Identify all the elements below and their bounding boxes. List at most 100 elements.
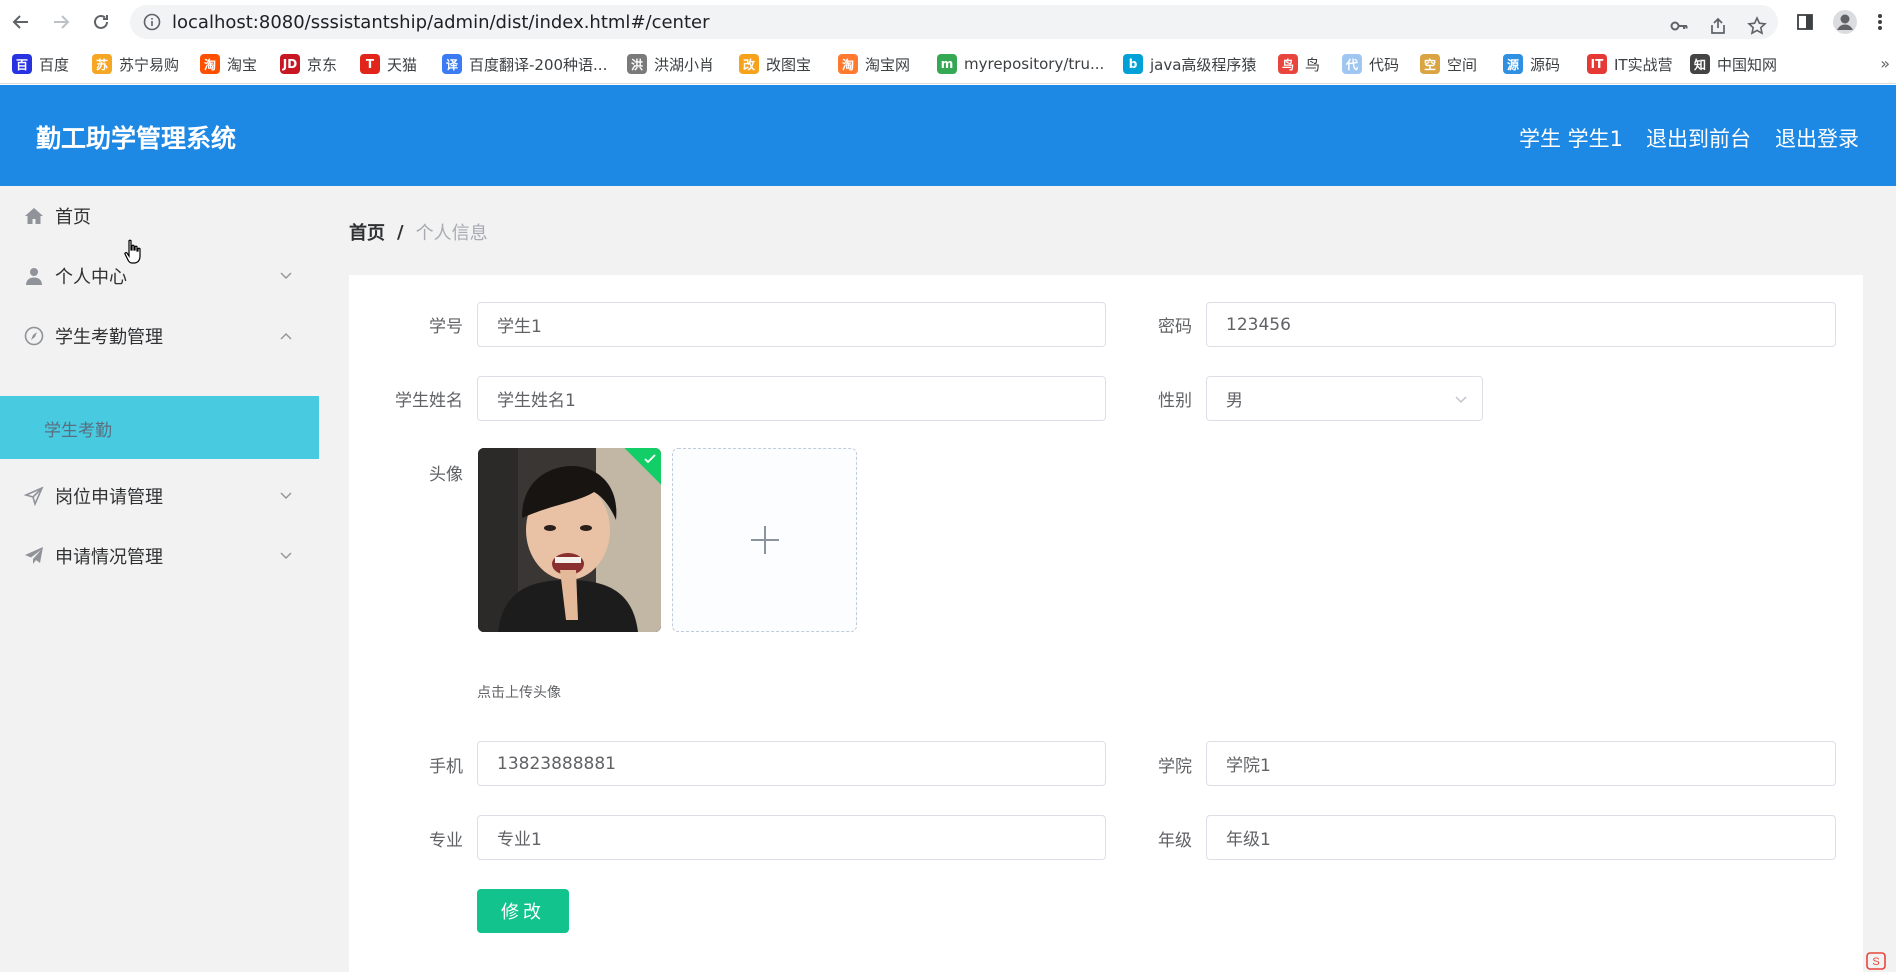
cnki-icon: 知	[1690, 54, 1710, 74]
bookmark-label: 洪湖小肖	[654, 55, 715, 74]
avatar-label: 头像	[429, 465, 463, 485]
bookmark-item[interactable]: 百百度	[12, 52, 69, 76]
address-bar[interactable]: localhost:8080/sssistantship/admin/dist/…	[130, 5, 1778, 39]
bookmark-item[interactable]: 苏苏宁易购	[92, 52, 179, 76]
suning-icon: 苏	[92, 54, 112, 74]
bookmark-item[interactable]: 源源码	[1503, 52, 1560, 76]
password-input[interactable]: 123456	[1206, 302, 1836, 347]
sidebar-item-home[interactable]: 首页	[0, 186, 319, 246]
sidebar-item-application-status-management[interactable]: 申请情况管理	[0, 526, 319, 586]
sogou-ime-icon: S	[1866, 952, 1886, 970]
plus-icon	[750, 526, 779, 554]
more-menu-icon[interactable]	[1866, 8, 1894, 36]
reload-button[interactable]	[87, 8, 115, 36]
bookmark-item[interactable]: 代代码	[1342, 52, 1399, 76]
sidebar-item-job-application-management[interactable]: 岗位申请管理	[0, 466, 319, 526]
forward-button[interactable]	[47, 8, 75, 36]
key-icon[interactable]	[1666, 13, 1692, 39]
bilibili-icon: b	[1123, 54, 1143, 74]
sidebar-item-attendance-management[interactable]: 学生考勤管理	[0, 306, 319, 366]
space-icon: 空	[1420, 54, 1440, 74]
logout-link[interactable]: 退出登录	[1775, 123, 1859, 153]
sidebar-item-label: 岗位申请管理	[55, 487, 163, 508]
bookmark-item[interactable]: 淘淘宝	[200, 52, 257, 76]
bookmark-item[interactable]: T 天猫	[360, 52, 417, 76]
modify-button[interactable]: 修改	[477, 889, 569, 933]
phone-input[interactable]: 13823888881	[477, 741, 1106, 786]
bookmark-item[interactable]: IT IT实战营	[1587, 52, 1673, 76]
bookmark-item[interactable]: 洪洪湖小肖	[627, 52, 714, 76]
sidebar-item-label: 学生考勤管理	[55, 327, 163, 348]
bookmarks-overflow-button[interactable]: »	[1880, 54, 1890, 73]
app-header: 勤工助学管理系统 学生 学生1 退出到前台 退出登录	[0, 85, 1896, 186]
student-no-input[interactable]: 学生1	[477, 302, 1106, 347]
paper-plane-icon	[24, 546, 44, 566]
bookmark-item[interactable]: 译百度翻译-200种语...	[442, 52, 607, 76]
info-icon[interactable]	[142, 12, 162, 32]
bookmark-item[interactable]: 知中国知网	[1690, 52, 1777, 76]
submenu-item-attendance[interactable]: 学生考勤	[0, 396, 319, 459]
bookmark-item[interactable]: 改改图宝	[739, 52, 811, 76]
grade-input[interactable]: 年级1	[1206, 815, 1836, 860]
source-icon: 源	[1503, 54, 1523, 74]
breadcrumb-current: 个人信息	[415, 223, 488, 244]
avatar-image[interactable]	[478, 448, 661, 632]
back-button[interactable]	[7, 8, 35, 36]
bookmark-item[interactable]: 淘淘宝网	[838, 52, 910, 76]
major-input[interactable]: 专业1	[477, 815, 1106, 860]
bookmark-label: 代码	[1369, 55, 1400, 74]
breadcrumb-home[interactable]: 首页	[349, 219, 385, 245]
student-name-input[interactable]: 学生姓名1	[477, 376, 1106, 421]
side-panel-icon[interactable]	[1791, 8, 1819, 36]
student-name-label: 学生姓名	[395, 391, 463, 411]
bookmark-label: 苏宁易购	[119, 55, 180, 74]
bird-icon: 鸟	[1278, 54, 1298, 74]
breadcrumb-separator: /	[397, 221, 404, 243]
bookmark-label: 京东	[307, 55, 338, 74]
gender-selected-value: 男	[1226, 391, 1243, 411]
send-icon	[24, 486, 44, 506]
bookmark-item[interactable]: JD 京东	[280, 52, 337, 76]
gaitubao-icon: 改	[739, 54, 759, 74]
profile-avatar-icon[interactable]	[1831, 8, 1859, 36]
bookmark-label: IT实战营	[1614, 55, 1673, 74]
bookmark-item[interactable]: m myrepository/tru...	[937, 52, 1104, 76]
svg-text:S: S	[1872, 956, 1879, 968]
sidebar-item-label: 个人中心	[55, 267, 127, 288]
gender-select[interactable]: 男	[1206, 376, 1483, 421]
reload-icon	[94, 14, 108, 29]
url-text[interactable]: localhost:8080/sssistantship/admin/dist/…	[172, 12, 710, 33]
avatar-upload-button[interactable]	[672, 448, 857, 632]
bookmark-label: 百度翻译-200种语...	[469, 55, 608, 74]
sidebar-item-personal-center[interactable]: 个人中心	[0, 246, 319, 306]
chevron-down-icon	[1455, 396, 1467, 404]
bookmark-item[interactable]: b java高级程序猿	[1123, 52, 1256, 76]
it-icon: IT	[1587, 54, 1607, 74]
bookmarks-bar: 百百度苏苏宁易购淘淘宝 JD 京东 T 天猫译百度翻译-200种语... 洪洪湖小肖改改图…	[0, 44, 1896, 84]
home-icon	[24, 206, 44, 226]
chevron-down-icon	[279, 549, 293, 563]
chevron-up-icon	[279, 329, 293, 343]
exit-to-front-link[interactable]: 退出到前台	[1646, 123, 1751, 153]
taobaowang-icon: 淘	[838, 54, 858, 74]
check-icon	[644, 454, 656, 464]
share-icon[interactable]	[1705, 13, 1731, 39]
translate-icon: 译	[442, 54, 462, 74]
avatar-photo	[478, 448, 661, 632]
bookmark-label: 淘宝网	[865, 55, 911, 74]
bookmark-label: 百度	[39, 55, 70, 74]
bookmark-item[interactable]: 鸟鸟	[1278, 52, 1320, 76]
avatar-upload-tip: 点击上传头像	[477, 685, 561, 701]
college-input[interactable]: 学院1	[1206, 741, 1836, 786]
gender-label: 性别	[1158, 391, 1192, 411]
star-icon[interactable]	[1744, 13, 1770, 39]
submenu-item-label: 学生考勤	[44, 421, 112, 441]
phone-label: 手机	[429, 757, 463, 777]
password-label: 密码	[1158, 317, 1192, 337]
bookmark-label: 中国知网	[1717, 55, 1778, 74]
college-label: 学院	[1158, 757, 1192, 777]
app-title: 勤工助学管理系统	[36, 124, 237, 153]
bookmark-label: myrepository/tru...	[964, 55, 1105, 73]
jd-icon: JD	[280, 54, 300, 74]
bookmark-item[interactable]: 空空间	[1420, 52, 1477, 76]
